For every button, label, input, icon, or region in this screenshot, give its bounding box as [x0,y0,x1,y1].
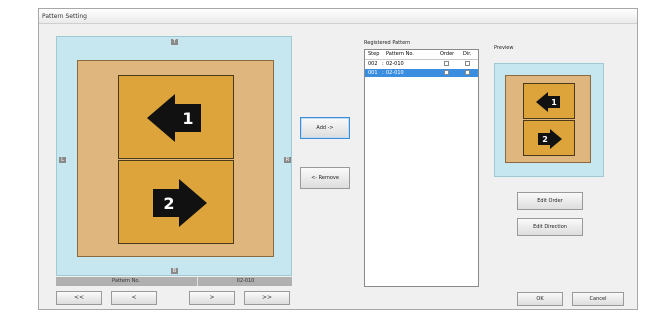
last-button[interactable]: >> [244,291,290,305]
list-header: Step Pattern No. Order Dir. [365,50,478,60]
block1-number: 1 [182,109,193,128]
prev-button[interactable]: < [111,291,157,305]
column-step: Step [368,51,380,57]
edge-marker-bottom: B [171,268,178,274]
edge-marker-top: T [171,39,178,45]
block2-number: 2 [163,194,174,213]
first-button[interactable]: << [56,291,102,305]
registered-pattern-label: Registered Pattern [364,40,411,46]
edge-marker-left: L [59,157,66,163]
column-order: Order [440,51,455,57]
row-pattern: 02-010 [386,61,404,67]
pattern-number-label: Pattern No. [112,278,140,284]
pattern-number-bar: Pattern No. 02-010 [56,277,292,286]
next-button[interactable]: > [189,291,235,305]
edit-order-button[interactable]: Edit Order [517,192,583,210]
pattern-number-value: 02-010 [197,277,293,286]
right-arrow-icon: 2 [153,179,207,227]
row-pattern: 02-010 [386,70,404,76]
preview-block-2: 2 [523,120,575,156]
preview-tan-area: 1 2 [505,75,591,163]
left-arrow-icon: 1 [147,94,201,142]
edit-direction-button[interactable]: Edit Direction [517,218,583,236]
pattern-canvas: T L R B 1 2 [56,36,292,276]
list-row[interactable]: 002 : 02-010 [365,60,478,68]
order-checkbox[interactable] [444,70,449,75]
preview-left-arrow-icon: 1 [536,92,560,112]
registered-pattern-list[interactable]: Step Pattern No. Order Dir. 002 : 02-010… [364,49,479,287]
preview-right-arrow-icon: 2 [538,129,562,149]
cancel-button[interactable]: Cancel [572,292,624,306]
ok-button[interactable]: OK [517,292,563,306]
dir-checkbox[interactable] [465,70,470,75]
column-pattern-no: Pattern No. [386,51,414,57]
row-step: 002 [368,61,378,67]
row-step: 001 [368,70,378,76]
edge-marker-right: R [284,157,291,163]
list-row-selected[interactable]: 001 : 02-010 [365,69,478,77]
window-title: Pattern Setting [39,9,637,24]
add-button[interactable]: Add -> [300,117,350,139]
preview-block2-number: 2 [542,135,548,144]
pattern-block-2[interactable]: 2 [118,160,234,244]
preview-canvas: 1 2 [494,63,604,177]
pattern-setting-window: Pattern Setting T L R B 1 2 Pattern No. … [38,8,638,310]
preview-label: Preview [494,45,514,51]
preview-block-1: 1 [523,83,575,119]
column-dir: Dir. [463,51,472,57]
order-checkbox[interactable] [444,61,449,66]
pattern-block-1[interactable]: 1 [118,75,234,159]
pattern-tan-area: 1 2 [77,60,274,257]
remove-button[interactable]: <- Remove [300,167,350,189]
preview-block1-number: 1 [551,98,557,107]
dir-checkbox[interactable] [465,61,470,66]
